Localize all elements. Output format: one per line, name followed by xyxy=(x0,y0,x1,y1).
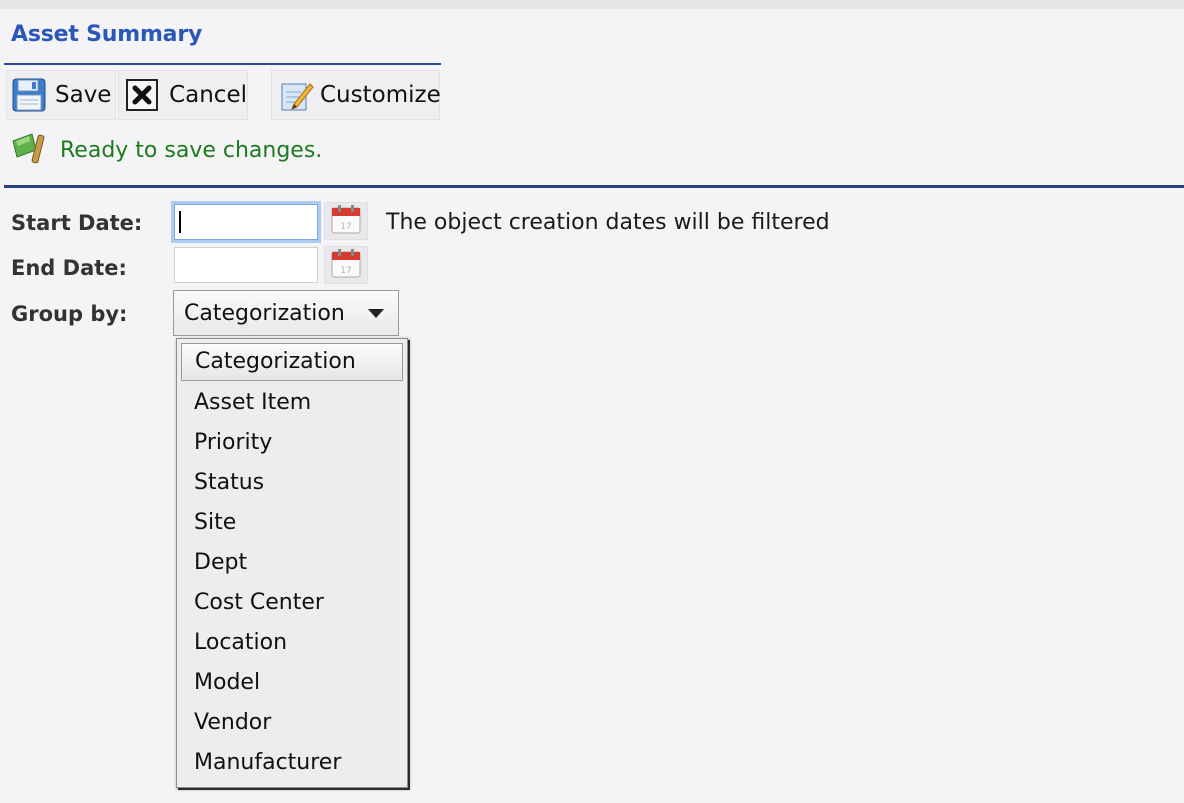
text-caret xyxy=(179,211,181,233)
top-strip xyxy=(0,0,1184,9)
customize-button[interactable]: Customize xyxy=(271,70,441,120)
calendar-icon: 17 xyxy=(330,247,362,283)
dropdown-option-priority[interactable]: Priority xyxy=(177,423,407,463)
group-by-label: Group by: xyxy=(11,302,128,326)
calendar-icon: 17 xyxy=(330,203,362,239)
end-date-input[interactable] xyxy=(174,247,318,283)
group-by-dropdown-list: Categorization Asset Item Priority Statu… xyxy=(176,338,408,788)
chevron-down-icon xyxy=(368,308,384,318)
group-by-selected-value: Categorization xyxy=(184,300,345,326)
dropdown-option-cost-center[interactable]: Cost Center xyxy=(177,583,407,623)
cancel-button[interactable]: Cancel xyxy=(118,70,248,120)
dropdown-option-site[interactable]: Site xyxy=(177,503,407,543)
close-x-icon xyxy=(125,77,159,113)
dropdown-option-status[interactable]: Status xyxy=(177,463,407,503)
group-by-select[interactable]: Categorization xyxy=(173,290,399,336)
dropdown-option-vendor[interactable]: Vendor xyxy=(177,703,407,743)
end-date-calendar-button[interactable]: 17 xyxy=(324,246,368,284)
status-row: Ready to save changes. xyxy=(10,132,323,168)
start-date-input[interactable] xyxy=(174,204,318,240)
svg-text:17: 17 xyxy=(340,266,351,276)
dropdown-option-asset-item[interactable]: Asset Item xyxy=(177,383,407,423)
save-label: Save xyxy=(55,82,112,108)
cancel-label: Cancel xyxy=(169,82,247,108)
page-title: Asset Summary xyxy=(11,22,203,47)
pencil-edit-icon xyxy=(280,77,314,113)
customize-label: Customize xyxy=(320,82,441,108)
dropdown-option-manufacturer[interactable]: Manufacturer xyxy=(177,743,407,783)
svg-text:17: 17 xyxy=(340,222,351,232)
section-divider xyxy=(4,185,1184,188)
green-flag-icon xyxy=(10,132,46,168)
start-date-calendar-button[interactable]: 17 xyxy=(324,202,368,240)
dropdown-option-model[interactable]: Model xyxy=(177,663,407,703)
end-date-label: End Date: xyxy=(11,256,127,280)
dropdown-option-categorization[interactable]: Categorization xyxy=(181,343,403,381)
status-message: Ready to save changes. xyxy=(60,137,323,163)
dropdown-option-dept[interactable]: Dept xyxy=(177,543,407,583)
floppy-disk-icon xyxy=(11,77,47,113)
date-filter-hint: The object creation dates will be filter… xyxy=(386,210,830,235)
save-button[interactable]: Save xyxy=(6,70,116,120)
start-date-label: Start Date: xyxy=(11,211,143,235)
title-divider xyxy=(4,63,441,65)
dropdown-option-location[interactable]: Location xyxy=(177,623,407,663)
